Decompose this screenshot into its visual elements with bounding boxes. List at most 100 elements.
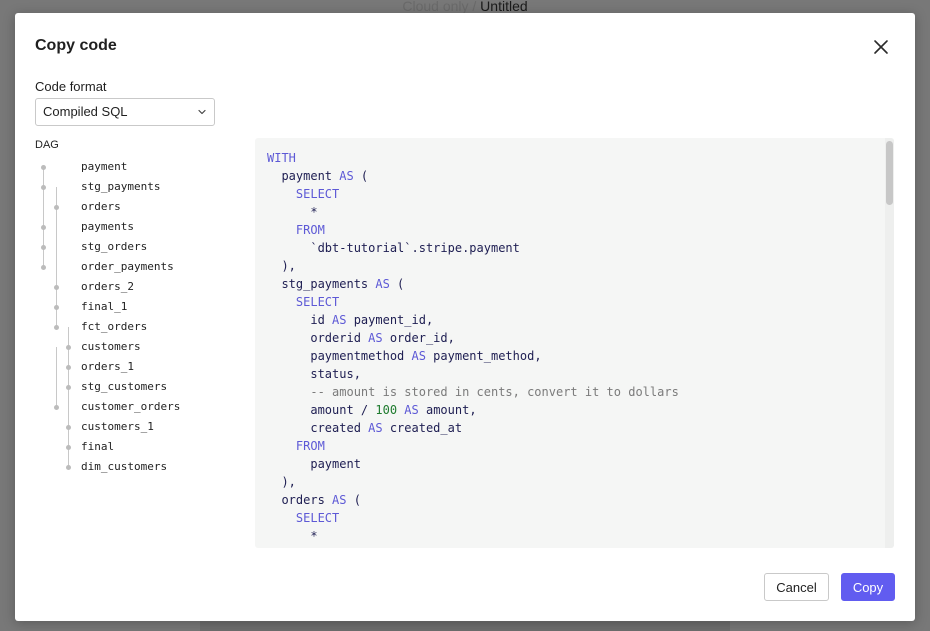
dag-item[interactable]: order_payments <box>81 257 174 277</box>
code-token: * <box>267 205 318 219</box>
dag-node-dot <box>66 465 71 470</box>
code-token: AS <box>404 403 419 417</box>
code-token: -- amount is stored in cents, convert it… <box>267 385 679 399</box>
dag-item[interactable]: customers_1 <box>81 417 154 437</box>
dag-connector-line <box>43 167 44 267</box>
dag-item[interactable]: orders_2 <box>81 277 134 297</box>
dag-node-dot <box>54 205 59 210</box>
dag-item[interactable]: dim_customers <box>81 457 167 477</box>
code-token: `dbt-tutorial`.stripe.payment <box>267 241 520 255</box>
dag-item[interactable]: final_1 <box>81 297 127 317</box>
dag-node-dot <box>54 285 59 290</box>
dag-node-dot <box>41 265 46 270</box>
code-token: SELECT <box>267 511 340 525</box>
code-token: payment_id, <box>346 313 434 327</box>
code-token: AS <box>375 277 390 291</box>
dag-item[interactable]: customers <box>81 337 141 357</box>
dag-node-dot <box>41 185 46 190</box>
code-line: amount / 100 AS amount, <box>267 401 679 419</box>
copy-button[interactable]: Copy <box>841 573 895 601</box>
code-token: created_at <box>382 421 463 435</box>
code-panel[interactable]: WITH payment AS ( SELECT * FROM `dbt-tut… <box>255 138 894 548</box>
code-line: * <box>267 527 679 545</box>
close-button[interactable] <box>869 35 893 59</box>
code-line: orders AS ( <box>267 491 679 509</box>
dag-item[interactable]: final <box>81 437 114 457</box>
code-block: WITH payment AS ( SELECT * FROM `dbt-tut… <box>267 149 679 545</box>
dag-tree: payment stg_payments orders payments stg_ord… <box>35 157 235 497</box>
code-line: paymentmethod AS payment_method, <box>267 347 679 365</box>
dag-node-dot <box>54 305 59 310</box>
code-line: created AS created_at <box>267 419 679 437</box>
dialog-title: Copy code <box>35 37 117 54</box>
dag-item[interactable]: stg_payments <box>81 177 160 197</box>
code-token: AS <box>368 331 383 345</box>
code-line: * <box>267 203 679 221</box>
dag-item[interactable]: fct_orders <box>81 317 147 337</box>
code-token: AS <box>411 349 426 363</box>
code-line: id AS payment_id, <box>267 311 679 329</box>
code-scrollbar-track[interactable] <box>885 138 894 548</box>
code-line: payment <box>267 455 679 473</box>
cancel-button[interactable]: Cancel <box>764 573 829 601</box>
dag-item[interactable]: payment <box>81 157 127 177</box>
dag-item[interactable]: customer_orders <box>81 397 180 417</box>
dag-item[interactable]: stg_customers <box>81 377 167 397</box>
code-token: orderid <box>267 331 369 345</box>
code-token: stg_payments <box>267 277 376 291</box>
code-token: AS <box>332 313 347 327</box>
code-token: status, <box>267 367 361 381</box>
code-token: order_id, <box>382 331 455 345</box>
code-line: -- amount is stored in cents, convert it… <box>267 383 679 401</box>
code-line: FROM <box>267 437 679 455</box>
code-line: WITH <box>267 149 679 167</box>
dag-node-dot <box>66 425 71 430</box>
code-line: ), <box>267 257 679 275</box>
breadcrumb-separator: / <box>468 0 481 13</box>
breadcrumb-current: Untitled <box>480 0 528 13</box>
code-token: 100 <box>375 403 398 417</box>
code-line: SELECT <box>267 293 679 311</box>
code-token: orders <box>267 493 333 507</box>
code-line: SELECT <box>267 509 679 527</box>
dag-item[interactable]: orders_1 <box>81 357 134 377</box>
code-token: amount / <box>267 403 376 417</box>
code-token: AS <box>339 169 354 183</box>
code-token: id <box>267 313 333 327</box>
copy-code-dialog: Copy code Code format Compiled SQL DAG p… <box>15 13 915 621</box>
code-format-label: Code format <box>35 79 107 94</box>
code-token: payment_method, <box>425 349 542 363</box>
dag-item[interactable]: payments <box>81 217 134 237</box>
code-token: WITH <box>267 151 296 165</box>
code-line: stg_payments AS ( <box>267 275 679 293</box>
code-token: FROM <box>267 223 325 237</box>
dag-node-dot <box>66 445 71 450</box>
dag-label: DAG <box>35 139 59 151</box>
code-token: amount, <box>418 403 477 417</box>
code-token: AS <box>332 493 347 507</box>
dag-item[interactable]: orders <box>81 197 121 217</box>
code-line: payment AS ( <box>267 167 679 185</box>
code-token: SELECT <box>267 295 340 309</box>
code-line: `dbt-tutorial`.stripe.payment <box>267 239 679 257</box>
code-token: paymentmethod <box>267 349 412 363</box>
code-line: ), <box>267 473 679 491</box>
dag-node-dot <box>54 325 59 330</box>
dag-item[interactable]: stg_orders <box>81 237 147 257</box>
code-token: AS <box>368 421 383 435</box>
close-icon <box>874 40 888 54</box>
dag-node-dot <box>41 245 46 250</box>
dag-connector-line <box>56 347 57 407</box>
dag-node-dot <box>54 405 59 410</box>
dag-node-dot <box>41 165 46 170</box>
code-token: ), <box>267 475 296 489</box>
code-format-select[interactable]: Compiled SQL <box>35 98 215 126</box>
backdrop-breadcrumb: Cloud only / Untitled <box>0 0 930 13</box>
dag-node-dot <box>66 385 71 390</box>
code-line: status, <box>267 365 679 383</box>
code-token: FROM <box>267 439 325 453</box>
code-token: ( <box>353 169 369 183</box>
code-token: ( <box>346 493 361 507</box>
code-token: payment <box>267 457 361 471</box>
code-scrollbar-thumb[interactable] <box>886 141 893 205</box>
